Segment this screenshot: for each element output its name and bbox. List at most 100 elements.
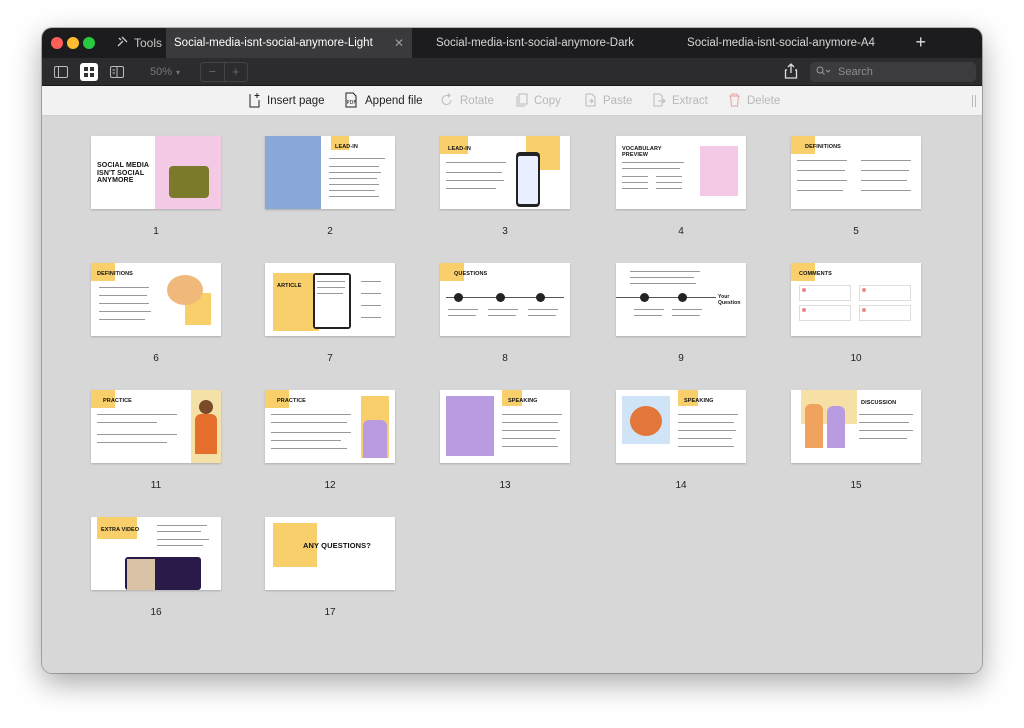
zoom-out-button[interactable]: − [201, 63, 225, 81]
page-number: 10 [850, 353, 862, 364]
copy-button[interactable]: Copy [516, 93, 561, 109]
page-preview: LEAD-IN [265, 136, 395, 209]
page-number: 13 [499, 480, 511, 491]
view-toolbar: 50% ▾ − + Search [42, 58, 982, 86]
grid-view-icon[interactable] [80, 63, 98, 81]
page-number: 8 [502, 353, 508, 364]
page-title: COMMENTS [799, 271, 832, 277]
page-title: SOCIAL MEDIA ISN'T SOCIAL ANYMORE [97, 162, 149, 184]
page-number: 6 [153, 353, 159, 364]
page-title: SPEAKING [684, 398, 714, 404]
delete-label: Delete [747, 95, 781, 107]
zoom-in-button[interactable]: + [225, 63, 248, 81]
page-title: Your Question [718, 294, 741, 306]
page-preview: LEAD-IN [440, 136, 570, 209]
page-number: 5 [853, 226, 859, 237]
page-title: PRACTICE [277, 398, 306, 404]
pdf-file-icon: PDF [344, 92, 359, 111]
new-tab-button[interactable]: + [915, 32, 926, 53]
extract-label: Extract [672, 95, 708, 107]
paste-label: Paste [603, 95, 633, 107]
app-window: Tools Social-media-isnt-social-anymore-L… [42, 28, 982, 673]
page-preview: PRACTICE [265, 390, 395, 463]
page-title: SPEAKING [508, 398, 538, 404]
page-title: PRACTICE [103, 398, 132, 404]
page-title: EXTRA VIDEO [101, 527, 140, 533]
page-title: DEFINITIONS [805, 144, 841, 150]
page-number: 16 [150, 607, 162, 618]
paste-icon [584, 93, 597, 110]
close-window-button[interactable] [51, 37, 63, 49]
delete-button[interactable]: Delete [728, 93, 780, 109]
search-placeholder: Search [838, 66, 873, 78]
page-number: 1 [153, 226, 159, 237]
page-number: 2 [327, 226, 333, 237]
sidebar-toggle-icon[interactable] [52, 63, 70, 81]
append-file-label: Append file [365, 95, 423, 107]
page-preview: VOCABULARY PREVIEW [616, 136, 746, 209]
page-grid: SOCIAL MEDIA ISN'T SOCIAL ANYMORE 1 LEAD… [42, 116, 982, 673]
search-field[interactable]: Search [810, 62, 976, 82]
page-number: 3 [502, 226, 508, 237]
page-preview: COMMENTS [791, 263, 921, 336]
page-preview: PRACTICE [91, 390, 221, 463]
page-preview: DEFINITIONS [791, 136, 921, 209]
page-title: VOCABULARY PREVIEW [622, 146, 662, 158]
zoom-dropdown[interactable]: 50% ▾ [140, 62, 190, 82]
page-preview: ARTICLE [265, 263, 395, 336]
minimize-window-button[interactable] [67, 37, 79, 49]
rotate-button[interactable]: Rotate [440, 92, 494, 110]
chevron-down-icon: ▾ [176, 67, 181, 77]
page-number: 7 [327, 353, 333, 364]
page-title: LEAD-IN [335, 144, 359, 150]
extract-icon [652, 93, 666, 110]
toolbar-resize-handle[interactable] [972, 95, 976, 107]
page-preview: EXTRA VIDEO [91, 517, 221, 590]
page-number: 15 [850, 480, 862, 491]
tab-dark-label: Social-media-isnt-social-anymore-Dark [435, 37, 635, 49]
page-number: 17 [324, 607, 336, 618]
rotate-icon [440, 92, 454, 110]
page-title: QUESTIONS [454, 271, 488, 277]
extract-button[interactable]: Extract [652, 93, 708, 109]
tab-dark[interactable]: Social-media-isnt-social-anymore-Dark [412, 28, 658, 58]
paste-button[interactable]: Paste [584, 93, 632, 109]
tools-label: Tools [134, 36, 163, 50]
page-preview: DEFINITIONS [91, 263, 221, 336]
tab-light[interactable]: Social-media-isnt-social-anymore-Light ✕ [166, 28, 412, 58]
tab-bar: Tools Social-media-isnt-social-anymore-L… [42, 28, 982, 58]
page-view-icon[interactable] [108, 63, 126, 81]
page-preview: Your Question [616, 263, 746, 336]
tab-a4-label: Social-media-isnt-social-anymore-A4 [687, 37, 875, 49]
zoom-controls: − + [200, 62, 248, 82]
close-tab-icon[interactable]: ✕ [394, 36, 404, 50]
insert-page-label: Insert page [267, 95, 325, 107]
insert-page-icon [248, 92, 261, 111]
insert-page-button[interactable]: Insert page [248, 92, 325, 111]
search-icon [816, 66, 832, 79]
copy-label: Copy [534, 95, 561, 107]
page-number: 4 [678, 226, 684, 237]
page-preview: SOCIAL MEDIA ISN'T SOCIAL ANYMORE [91, 136, 221, 209]
page-title: DEFINITIONS [97, 271, 133, 277]
tools-button[interactable]: Tools [116, 34, 162, 52]
page-preview: SPEAKING [616, 390, 746, 463]
page-number: 11 [150, 480, 162, 491]
page-number: 12 [324, 480, 336, 491]
append-file-button[interactable]: PDF Append file [344, 92, 423, 111]
tab-a4[interactable]: Social-media-isnt-social-anymore-A4 [658, 28, 904, 58]
share-icon[interactable] [784, 63, 798, 84]
trash-icon [728, 93, 741, 110]
page-number: 14 [675, 480, 687, 491]
page-title: DISCUSSION [861, 400, 897, 406]
page-number: 9 [678, 353, 684, 364]
action-toolbar: Insert page PDF Append file Rotate Copy … [42, 86, 982, 116]
page-title: ANY QUESTIONS? [303, 541, 371, 550]
tab-light-label: Social-media-isnt-social-anymore-Light [174, 37, 373, 49]
svg-text:PDF: PDF [347, 100, 357, 106]
page-preview: DISCUSSION [791, 390, 921, 463]
page-preview: SPEAKING [440, 390, 570, 463]
copy-icon [516, 93, 528, 110]
zoom-window-button[interactable] [83, 37, 95, 49]
rotate-label: Rotate [460, 95, 494, 107]
